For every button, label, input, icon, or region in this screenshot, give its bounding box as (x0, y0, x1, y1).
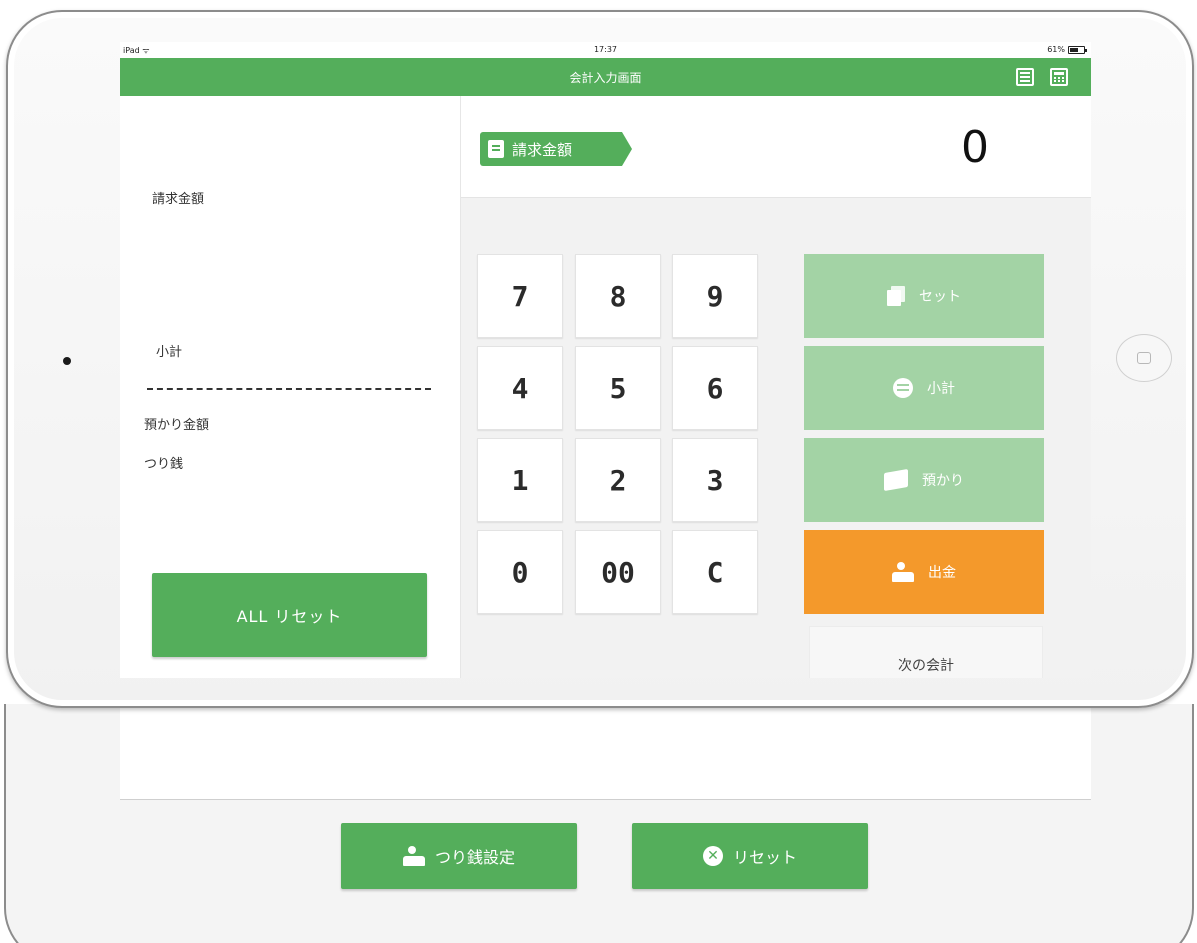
deposit-button-label: 預かり (922, 473, 964, 489)
key-clear[interactable]: C (672, 530, 758, 614)
key-1[interactable]: 1 (477, 438, 563, 522)
home-square-icon (1137, 352, 1151, 364)
key-5[interactable]: 5 (575, 346, 661, 430)
battery-icon (1068, 46, 1087, 54)
camera-icon (63, 357, 71, 365)
withdraw-button-label: 出金 (928, 565, 956, 581)
set-label: セット (919, 289, 961, 305)
withdraw-button[interactable]: 出金 (804, 530, 1044, 614)
calculator-icon[interactable] (1050, 68, 1068, 86)
next-transaction-button[interactable]: 次の会計 (809, 626, 1043, 678)
key-3[interactable]: 3 (672, 438, 758, 522)
page-title: 会計入力画面 (569, 71, 642, 85)
key-0[interactable]: 0 (477, 530, 563, 614)
key-9[interactable]: 9 (672, 254, 758, 338)
change-setting-label: つり銭設定 (434, 848, 515, 867)
home-button[interactable] (1116, 334, 1172, 382)
close-icon: ✕ (702, 846, 723, 866)
subtotal-button[interactable]: 小計 (804, 346, 1044, 430)
deposit-amount-label: 預かり金額 (144, 418, 210, 433)
billing-amount-label: 請求金額 (152, 192, 205, 207)
list-icon[interactable] (1016, 68, 1034, 86)
keypad-panel: 請求金額 0 7 8 9 4 5 6 1 2 3 0 00 C セット 小計 預 (461, 96, 1091, 678)
document-icon (488, 140, 504, 158)
cash-icon (884, 468, 908, 492)
person-icon (892, 562, 914, 582)
change-setting-button[interactable]: つり銭設定 (341, 823, 577, 889)
divider (147, 388, 431, 390)
billing-amount-tag-label: 請求金額 (512, 140, 573, 159)
deposit-button[interactable]: 預かり (804, 438, 1044, 522)
subtotal-button-label: 小計 (927, 381, 955, 397)
amount-display: 0 (961, 122, 989, 173)
summary-panel: 請求金額 小計 預かり金額 つり銭 ALL リセット (120, 96, 461, 678)
key-8[interactable]: 8 (575, 254, 661, 338)
status-bar: iPad ᯤ 17:37 61% (120, 42, 1091, 58)
reset-label: リセット (732, 848, 797, 867)
change-label: つり銭 (144, 457, 184, 472)
reset-button[interactable]: ✕ リセット (632, 823, 868, 889)
bottom-toolbar: つり銭設定 ✕ リセット (120, 799, 1091, 918)
register-screen: iPad ᯤ 17:37 61% 会計入力画面 請求金額 小計 預かり金額 つり… (120, 42, 1091, 678)
status-time: 17:37 (593, 45, 618, 54)
set-icon (887, 286, 905, 306)
key-00[interactable]: 00 (575, 530, 661, 614)
subtotal-label: 小計 (156, 345, 183, 360)
key-4[interactable]: 4 (477, 346, 563, 430)
key-7[interactable]: 7 (477, 254, 563, 338)
all-reset-button[interactable]: ALL リセット (152, 573, 427, 657)
key-6[interactable]: 6 (672, 346, 758, 430)
nav-bar: 会計入力画面 (120, 58, 1091, 96)
billing-amount-tag: 請求金額 (480, 132, 632, 166)
battery-percent: 61% (1047, 45, 1065, 54)
subtotal-icon (893, 378, 913, 398)
key-2[interactable]: 2 (575, 438, 661, 522)
battery-fill (1070, 48, 1078, 52)
amount-header: 請求金額 0 (461, 96, 1091, 198)
person-icon (402, 846, 425, 866)
register-screen-bottom: つり銭設定 ✕ リセット (120, 708, 1091, 918)
set-button[interactable]: セット (804, 254, 1044, 338)
